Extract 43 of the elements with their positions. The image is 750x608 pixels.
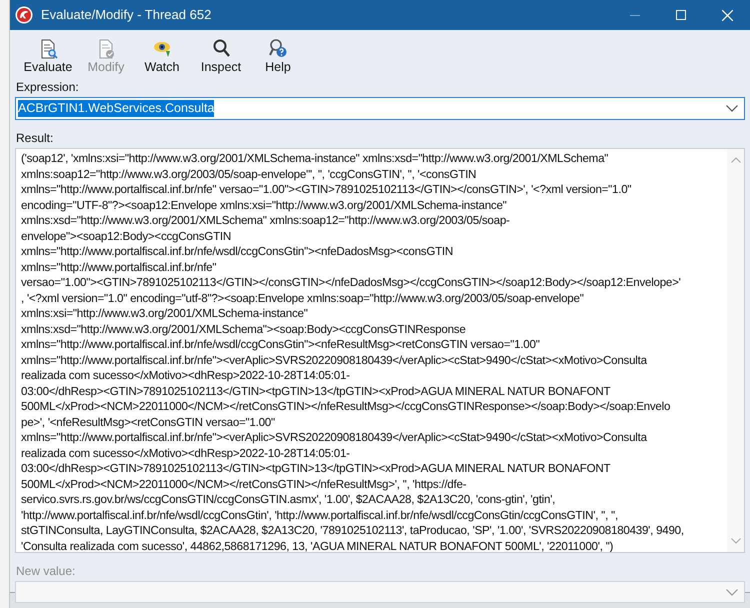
help-magnifier-icon — [268, 38, 288, 59]
window-title: Evaluate/Modify - Thread 652 — [41, 6, 212, 24]
result-text-line: servico.svrs.rs.gov.br/ws/ccgConsGTIN/ccgConsGTIN.asmx', '1.00', $2ACAA28, $2A13C20, 'cons-gtin', 'gtin', — [21, 492, 556, 508]
expression-combobox[interactable]: ACBrGTIN1.WebServices.Consulta — [15, 97, 745, 120]
result-text-line: stGTINConsulta, LayGTINConsulta, $2ACAA28, $2A13C20, '7891025102113', taProducao, 'SP', '1.00', 'SVRS20220908180439', 9490, — [21, 523, 684, 538]
result-text-line: 'http://www.portalfiscal.inf.br/nfe/wsdl/ccgConsGtin', 'http://www.portalfiscal.inf.br/nfe/wsdl/ccgConsGtin/ccgConsGTIN', '', '', — [21, 508, 618, 523]
result-text-line: ('soap12', 'xmlns:xsi="http://www.w3.org/2001/XMLSchema-instance" xmlns:xsd="http://www.w3.org/2001/XMLSchema" — [21, 151, 608, 166]
new-value-label: New value: — [16, 563, 76, 580]
result-text-line: xmlns="http://www.portalfiscal.inf.br/nfe"><verAplic>SVRS20220908180439</verAplic><cStat>9490</cStat><xMotivo>Consulta — [21, 352, 647, 368]
result-text-line: xmlns:xsd="http://www.w3.org/2001/XMLSchema" xmlns:soap12="http://www.w3.org/2003/05/soap- — [21, 213, 510, 228]
close-icon — [722, 10, 732, 20]
result-text-line: xmlns="http://www.portalfiscal.inf.br/nfe"><verAplic>SVRS20220908180439</verAplic><cStat>9490</cStat><xMotivo>Consulta — [21, 430, 647, 446]
result-text-line: , '<?xml version="1.0" encoding="utf-8"?><soap:Envelope xmlns:soap="http://www.w3.org/2003/05/soap-envelope" — [21, 290, 584, 306]
expression-label: Expression: — [16, 79, 80, 96]
result-text-line: 500ML</xProd><NCM>22011000</NCM></retConsGTIN></nfeResultMsg></ccgConsGTINResponse></soap:Body></soap:Envelo — [21, 399, 670, 414]
result-text-line: xmlns="http://www.portalfiscal.inf.br/nfe/wsdl/ccgConsGtin"><nfeResultMsg><retConsGTIN versao="1.00" — [21, 337, 540, 352]
result-text-line: xmlns="http://www.portalfiscal.inf.br/nfe/wsdl/ccgConsGtin"><nfeDadosMsg><consGTIN — [21, 244, 454, 260]
chevron-down-icon — [726, 105, 738, 112]
result-text-line: xmlns="http://www.portalfiscal.inf.br/nfe" — [21, 260, 216, 275]
evaluate-button[interactable]: Evaluate — [18, 38, 78, 75]
result-text-line: 'Consulta realizada com sucesso', 44862,5868171296, 13, 'AGUA MINERAL NATUR BONAFONT 500ML', '22011000', '') — [21, 538, 614, 552]
result-text-line: 03:00</dhResp><GTIN>7891025102113</GTIN><tpGTIN>13</tpGTIN><xProd>AGUA MINERAL NATUR BONAFONT — [21, 461, 610, 476]
result-text-line: xmlns:soap12="http://www.w3.org/2003/05/soap-envelope"', '', 'ccgConsGTIN', '', '<consGTIN — [21, 166, 476, 182]
result-text-line: realizada com sucesso</xMotivo><dhResp>2022-10-28T14:05:01- — [21, 368, 350, 384]
result-text-line: encoding="UTF-8"?><soap12:Envelope xmlns:xsi="http://www.w3.org/2001/XMLSchema-instance" — [21, 198, 507, 213]
scroll-up-icon[interactable] — [730, 157, 740, 163]
result-text-line: 03:00</dhResp><GTIN>7891025102113</GTIN><tpGTIN>13</tpGTIN><xProd>AGUA MINERAL NATUR BONAFONT — [21, 384, 610, 399]
result-text-line: envelope"><soap12:Body><ccgConsGTIN — [21, 228, 231, 244]
result-text-line: 500ML</xProd><NCM>22011000</NCM></retConsGTIN></nfeResultMsg>', '', 'https://dfe- — [21, 476, 466, 492]
result-text-line: realizada com sucesso</xMotivo><dhResp>2022-10-28T14:05:01- — [21, 446, 350, 461]
scroll-down-icon[interactable] — [730, 538, 740, 544]
inspect-button[interactable]: Inspect — [190, 38, 252, 75]
result-label: Result: — [16, 130, 54, 147]
result-text-line: xmlns="http://www.portalfiscal.inf.br/nfe" versao="1.00"><GTIN>7891025102113</GTIN></consGTIN>', '<?xml version="1.0" — [21, 182, 632, 198]
result-text-line: pe>', '<nfeResultMsg><retConsGTIN versao="1.00" — [21, 414, 275, 430]
search-icon — [211, 38, 231, 59]
chevron-down-icon — [726, 588, 738, 596]
app-logo-icon — [15, 6, 33, 24]
result-text-line: versao="1.00"><GTIN>7891025102113</GTIN></consGTIN></nfeDadosMsg></ccgConsGTIN></soap12:Body></soap12:Envelope>' — [21, 275, 681, 290]
result-text-line: xmlns:xsi="http://www.w3.org/2001/XMLSchema-instance" — [21, 306, 308, 322]
help-button[interactable]: Help — [252, 38, 304, 75]
result-text-line: xmlns:xsd="http://www.w3.org/2001/XMLSchema"><soap:Body><ccgConsGTINResponse — [21, 322, 466, 337]
watch-button[interactable]: Watch — [134, 38, 190, 75]
